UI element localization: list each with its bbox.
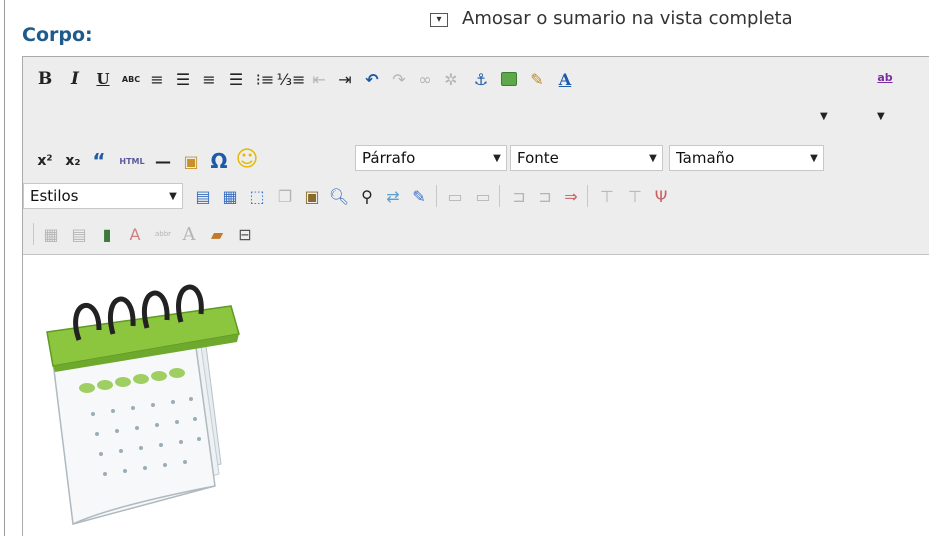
summary-option-label: Amosar o sumario na vista completa	[462, 8, 793, 29]
underline-button[interactable]: U	[91, 67, 115, 91]
left-border	[4, 0, 5, 536]
insert-row-before-icon[interactable]: ⊐	[507, 184, 531, 208]
html-source-button[interactable]: HTML	[115, 149, 149, 173]
italic-button[interactable]: I	[63, 67, 87, 91]
copy-icon[interactable]: ❐	[273, 184, 297, 208]
indent-icon[interactable]: ⇥	[333, 67, 357, 91]
edit-icon[interactable]: ✎	[407, 184, 431, 208]
attribs-icon[interactable]: A	[177, 222, 201, 246]
insert-col-after-icon[interactable]: ⊤	[623, 184, 647, 208]
special-char-icon[interactable]: Ω	[207, 149, 231, 173]
table-row-icon[interactable]: ▭	[443, 184, 467, 208]
superscript-button[interactable]: x²	[33, 149, 57, 173]
size-select[interactable]: Tamaño ▼	[669, 145, 824, 171]
image-icon[interactable]	[497, 67, 521, 91]
chevron-down-icon: ▼	[810, 152, 818, 164]
align-justify-icon[interactable]: ☰	[224, 67, 248, 91]
styles-select-label: Estilos	[30, 187, 79, 205]
font-select-label: Fonte	[517, 149, 559, 167]
editor-toolbar: B I U ABC ≡ ☰ ≡ ☰ ⁝≡ ⅓≡ ⇤ ⇥ ↶ ↷ ∞ ✲ ⚓ ✎ …	[23, 57, 929, 255]
text-color-button[interactable]: A	[553, 67, 577, 91]
subscript-button[interactable]: x₂	[61, 149, 85, 173]
strike-a-icon[interactable]: A	[123, 222, 147, 246]
bullet-list-icon[interactable]: ⁝≡	[253, 67, 277, 91]
separator	[587, 185, 588, 207]
replace-icon[interactable]: ⇄	[381, 184, 405, 208]
table-col-icon[interactable]: ▭	[471, 184, 495, 208]
split-cell-icon[interactable]: ▦	[39, 222, 63, 246]
chevron-down-icon: ▼	[649, 152, 657, 164]
insert-col-before-icon[interactable]: ⊤	[595, 184, 619, 208]
abbr-icon[interactable]: abbr	[151, 222, 175, 246]
format-select-label: Párrafo	[362, 149, 416, 167]
corpo-label: Corpo:	[22, 24, 93, 46]
find-icon[interactable]: ⚲	[355, 184, 379, 208]
chevron-down-icon: ▼	[169, 190, 177, 202]
media-icon[interactable]: ▮	[95, 222, 119, 246]
smiley-icon[interactable]: ☺	[235, 147, 259, 172]
font-select[interactable]: Fonte ▼	[510, 145, 663, 171]
summary-checkbox[interactable]: ▾	[430, 13, 448, 27]
bold-button[interactable]: B	[33, 67, 57, 91]
delete-row-icon[interactable]: ⇒	[559, 184, 583, 208]
select-all-icon[interactable]: ⬚	[245, 184, 269, 208]
horizontal-rule-icon[interactable]: —	[151, 149, 175, 173]
format-select[interactable]: Párrafo ▼	[355, 145, 507, 171]
merge-cells-icon[interactable]: ▤	[67, 222, 91, 246]
blockquote-icon[interactable]: “	[87, 149, 111, 173]
cleanup-icon[interactable]: ✎	[525, 67, 549, 91]
calendar-date-icon[interactable]: ▦	[218, 184, 242, 208]
strikethrough-button[interactable]: ABC	[119, 67, 143, 91]
align-right-icon[interactable]: ≡	[197, 67, 221, 91]
link-icon[interactable]: ∞	[413, 67, 437, 91]
paste-text-icon[interactable]: ▣	[300, 184, 324, 208]
size-select-label: Tamaño	[676, 149, 735, 167]
numbered-list-icon[interactable]: ⅓≡	[277, 67, 306, 91]
highlight-arrow[interactable]: ▼	[877, 111, 885, 122]
summary-option[interactable]: ▾ Amosar o sumario na vista completa	[430, 8, 929, 30]
preview-icon[interactable]: 🔍︎	[327, 184, 351, 208]
insert-row-after-icon[interactable]: ⊐	[533, 184, 557, 208]
rich-text-editor: B I U ABC ≡ ☰ ≡ ☰ ⁝≡ ⅓≡ ⇤ ⇥ ↶ ↷ ∞ ✲ ⚓ ✎ …	[22, 56, 929, 537]
undo-icon[interactable]: ↶	[360, 67, 384, 91]
editor-content[interactable]	[23, 256, 929, 537]
separator	[499, 185, 500, 207]
calendar-icon	[46, 284, 240, 525]
insert-file-icon[interactable]: ▰	[205, 222, 229, 246]
styles-select[interactable]: Estilos ▼	[23, 183, 183, 209]
unlink-icon[interactable]: ✲	[439, 67, 463, 91]
anchor-icon[interactable]: ⚓	[469, 67, 493, 91]
paste-icon[interactable]: ▣	[179, 149, 203, 173]
align-center-icon[interactable]: ☰	[171, 67, 195, 91]
outdent-icon[interactable]: ⇤	[307, 67, 331, 91]
highlight-button[interactable]: ab	[873, 65, 897, 89]
chevron-down-icon: ▼	[493, 152, 501, 164]
template-icon[interactable]: ▤	[191, 184, 215, 208]
editor-page: Corpo: ▾ Amosar o sumario na vista comple…	[0, 0, 929, 537]
delete-col-icon[interactable]: Ψ	[649, 184, 673, 208]
text-color-arrow[interactable]: ▼	[820, 111, 828, 122]
page-break-icon[interactable]: ⊟	[233, 222, 257, 246]
redo-icon[interactable]: ↷	[387, 67, 411, 91]
separator	[436, 185, 437, 207]
align-left-icon[interactable]: ≡	[145, 67, 169, 91]
separator	[33, 223, 34, 245]
